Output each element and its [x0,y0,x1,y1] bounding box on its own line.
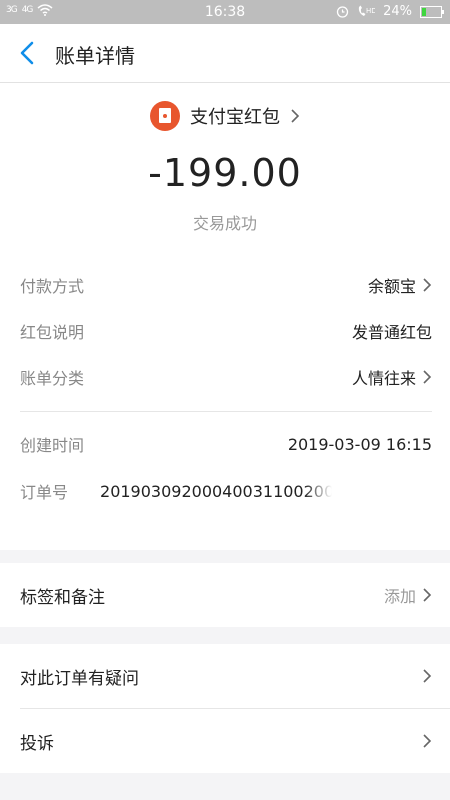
back-arrow-icon[interactable] [16,40,40,66]
merchant-name: 支付宝红包 [190,107,280,128]
hd-call-icon: HD [358,5,375,16]
chevron-right-icon [423,669,432,683]
bill-detail-card: 支付宝红包 -199.00 交易成功 付款方式 余额宝 红包说明 发普通红包 账… [0,83,450,550]
transaction-status: 交易成功 [192,214,257,233]
tags-add-label: 添加 [383,587,416,606]
support-section: 对此订单有疑问 投诉 [0,644,450,773]
amount: -199.00 [148,151,302,195]
tags-label: 标签和备注 [20,587,105,608]
chevron-right-icon [423,278,432,292]
detail-value: 2019-03-09 16:15 [287,434,432,454]
detail-row-created-time: 创建时间 2019-03-09 16:15 [20,429,432,459]
detail-row-order-number: 订单号 201903092000400311002000 [20,476,432,506]
detail-row-envelope-note: 红包说明 发普通红包 [20,316,432,346]
alarm-icon [336,6,349,18]
detail-key: 付款方式 [20,277,85,296]
page-title: 账单详情 [55,44,135,68]
detail-value: 人情往来 [351,369,416,388]
menu-label: 投诉 [20,733,54,754]
detail-key: 订单号 [20,483,69,502]
detail-row-category[interactable]: 账单分类 人情往来 [20,362,432,392]
chevron-right-icon [423,588,432,602]
menu-label: 对此订单有疑问 [20,668,139,689]
menu-item-question[interactable]: 对此订单有疑问 [0,644,450,708]
chevron-right-icon [291,109,300,123]
detail-value: 余额宝 [367,277,416,296]
chevron-right-icon [423,734,432,748]
red-envelope-icon [150,101,180,131]
merchant-link[interactable]: 支付宝红包 [0,101,450,131]
detail-key: 红包说明 [20,323,85,342]
status-bar: 3G 4G 16:38 HD 24% [0,0,450,24]
battery-icon [420,5,444,18]
detail-row-payment-method[interactable]: 付款方式 余额宝 [20,270,432,300]
redacted-mask [304,476,375,506]
status-right: HD 24% [336,4,444,19]
divider [20,411,432,412]
chevron-right-icon [423,370,432,384]
svg-text:HD: HD [366,7,375,15]
battery-percent: 24% [383,4,412,19]
detail-key: 创建时间 [20,436,85,455]
tags-section: 标签和备注 添加 [0,563,450,627]
detail-value: 发普通红包 [351,323,432,342]
detail-key: 账单分类 [20,369,85,388]
menu-item-complaint[interactable]: 投诉 [0,709,450,773]
tags-notes-row[interactable]: 标签和备注 添加 [0,563,450,627]
nav-bar: 账单详情 [0,24,450,83]
